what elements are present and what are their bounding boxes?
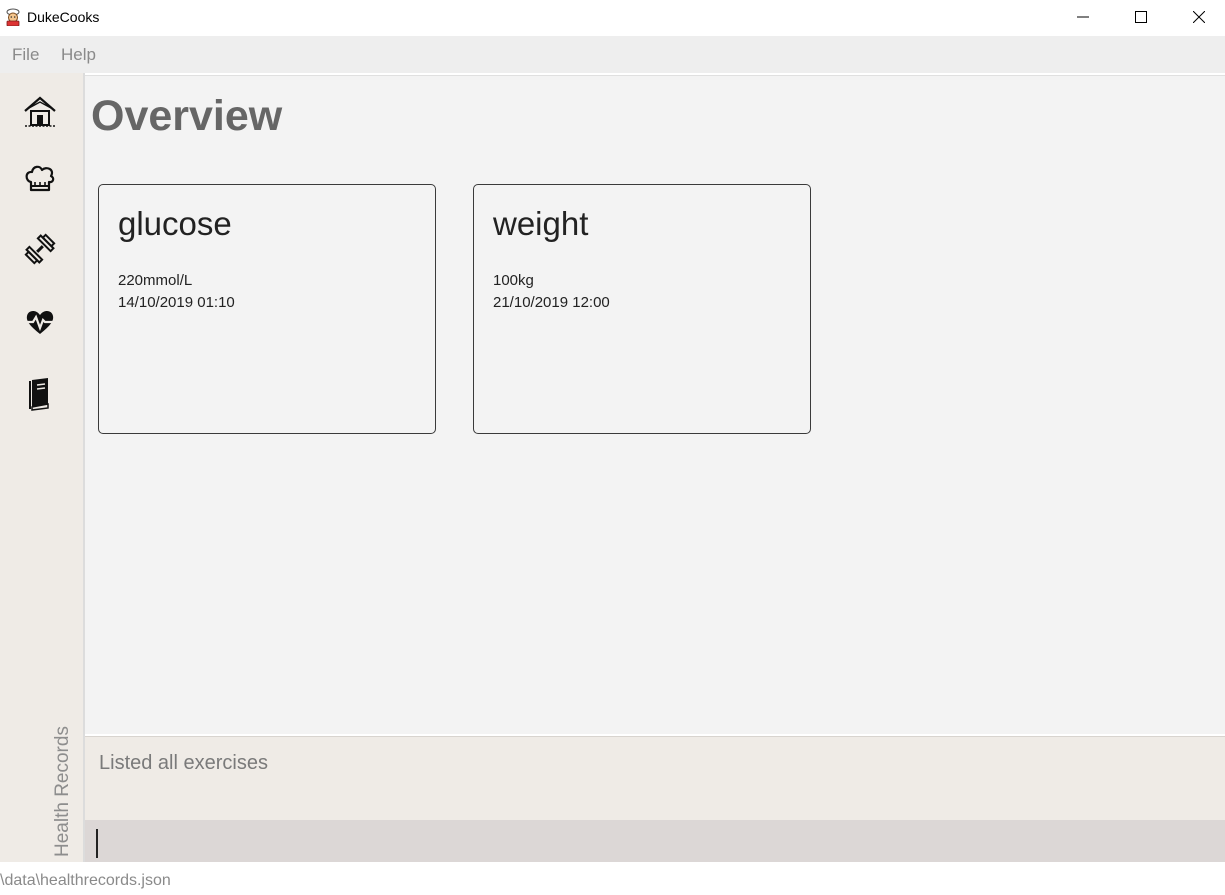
sidebar-item-health[interactable]	[22, 304, 58, 340]
home-icon	[24, 96, 56, 127]
menu-file[interactable]: File	[12, 45, 39, 65]
sidebar-item-diary[interactable]	[22, 375, 58, 411]
chef-hat-icon	[25, 165, 55, 192]
title-bar: DukeCooks	[0, 0, 1225, 36]
dumbbell-icon	[24, 233, 56, 265]
sidebar: Health Records	[0, 73, 83, 862]
maximize-icon	[1135, 11, 1147, 23]
window-title: DukeCooks	[27, 9, 100, 25]
menu-bar: File Help	[0, 36, 1225, 73]
sidebar-section-label: Health Records	[52, 726, 73, 857]
status-bar: \data\healthrecords.json	[0, 862, 1225, 895]
chef-avatar-icon	[4, 8, 22, 27]
heartbeat-icon	[24, 310, 56, 334]
health-record-card[interactable]: weight 100kg 21/10/2019 12:00	[473, 184, 811, 434]
close-icon	[1193, 11, 1205, 23]
minimize-icon	[1077, 16, 1089, 18]
storage-path: \data\healthrecords.json	[0, 872, 171, 889]
maximize-button[interactable]	[1112, 0, 1170, 34]
text-caret	[96, 829, 98, 858]
card-timestamp: 21/10/2019 12:00	[493, 294, 610, 311]
book-icon	[29, 378, 49, 411]
main-panel: Overview glucose 220mmol/L 14/10/2019 01…	[85, 75, 1225, 734]
card-title: glucose	[118, 205, 232, 242]
health-record-card[interactable]: glucose 220mmol/L 14/10/2019 01:10	[98, 184, 436, 434]
sidebar-item-exercise[interactable]	[22, 231, 58, 267]
card-value: 220mmol/L	[118, 272, 193, 289]
sidebar-item-recipes[interactable]	[22, 162, 58, 198]
menu-help[interactable]: Help	[61, 45, 96, 65]
result-message: Listed all exercises	[99, 752, 268, 774]
card-value: 100kg	[493, 272, 534, 289]
minimize-button[interactable]	[1054, 0, 1112, 34]
result-display: Listed all exercises	[85, 736, 1225, 820]
page-title: Overview	[91, 92, 283, 140]
sidebar-item-home[interactable]	[22, 94, 58, 130]
close-button[interactable]	[1170, 0, 1225, 34]
command-input[interactable]	[85, 820, 1225, 862]
app-window: DukeCooks File Help Health Records Overv…	[0, 0, 1225, 895]
card-title: weight	[493, 205, 589, 242]
card-timestamp: 14/10/2019 01:10	[118, 294, 235, 311]
